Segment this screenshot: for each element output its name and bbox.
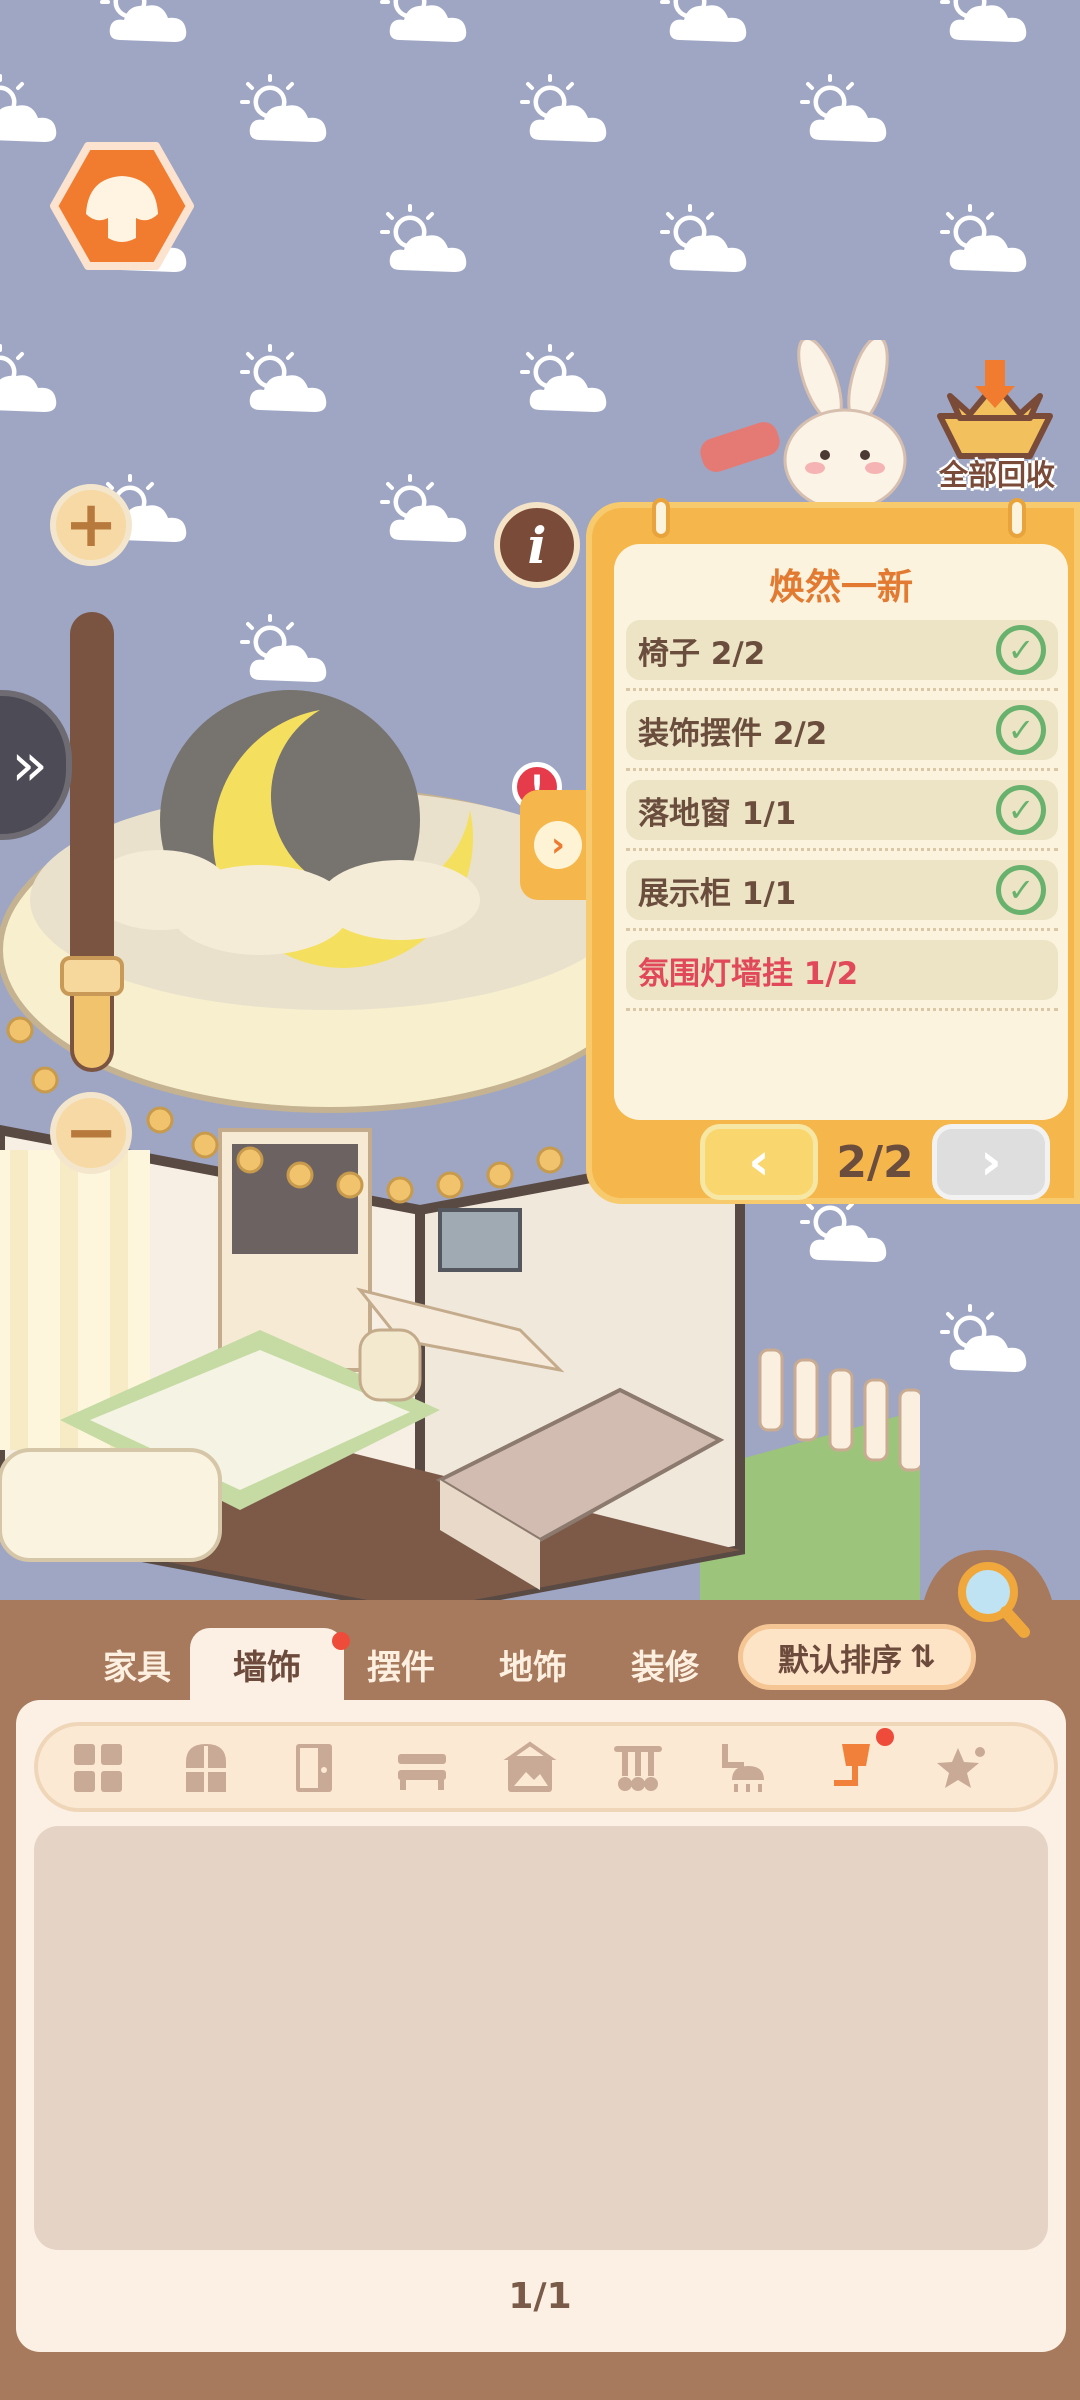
prev-page-button[interactable]: ‹ xyxy=(700,1124,818,1200)
tab-badge-dot xyxy=(332,1632,350,1650)
check-circle-icon: ✓ xyxy=(996,705,1046,755)
divider xyxy=(626,928,1058,931)
divider xyxy=(626,1008,1058,1011)
check-circle-icon: ✓ xyxy=(996,865,1046,915)
zoom-slider-track[interactable] xyxy=(70,612,114,1072)
hanger-icon[interactable] xyxy=(610,1740,666,1796)
task-page-indicator: 2/2 xyxy=(836,1136,914,1188)
sort-button[interactable]: 默认排序 ⇅ xyxy=(738,1624,976,1690)
tab-ornaments[interactable]: 摆件 xyxy=(350,1632,452,1696)
shelf-icon[interactable] xyxy=(394,1740,450,1796)
door-icon[interactable] xyxy=(286,1740,342,1796)
zoom-out-button[interactable]: − xyxy=(50,1092,132,1174)
check-circle-icon: ✓ xyxy=(996,625,1046,675)
recycle-all-label: 全部回收 xyxy=(938,458,1055,492)
check-circle-icon: ✓ xyxy=(996,785,1046,835)
task-label: 展示柜 1/1 xyxy=(638,875,797,912)
chevron-right-icon: › xyxy=(534,821,582,869)
zoom-in-button[interactable]: + xyxy=(50,484,132,566)
task-panel: 焕然一新 椅子 2/2 ✓ 装饰摆件 2/2 ✓ 落地窗 1/1 ✓ 展示柜 1… xyxy=(586,498,1080,1204)
painting-icon[interactable] xyxy=(502,1740,558,1796)
collapse-task-panel-button[interactable]: › xyxy=(520,790,596,900)
all-grid-icon[interactable] xyxy=(70,1740,126,1796)
task-list-card: 焕然一新 椅子 2/2 ✓ 装饰摆件 2/2 ✓ 落地窗 1/1 ✓ 展示柜 1… xyxy=(614,544,1068,1120)
tab-wall-decor[interactable]: 墙饰 xyxy=(190,1628,344,1700)
bunny-mascot xyxy=(700,340,907,510)
double-chevron-right-icon: » xyxy=(11,730,48,800)
ceiling-lamp-icon[interactable] xyxy=(718,1740,774,1796)
task-item: 装饰摆件 2/2 ✓ xyxy=(626,700,1058,760)
divider xyxy=(626,848,1058,851)
category-badge-dot xyxy=(876,1728,894,1746)
task-label: 装饰摆件 2/2 xyxy=(638,715,828,752)
info-button[interactable]: i xyxy=(494,502,580,588)
sort-icon: ⇅ xyxy=(910,1639,936,1675)
tab-renovation[interactable]: 装修 xyxy=(614,1632,716,1696)
next-page-button[interactable]: › xyxy=(932,1124,1050,1200)
info-icon: i xyxy=(527,515,547,575)
chevron-left-icon: ‹ xyxy=(748,1132,770,1192)
tab-furniture[interactable]: 家具 xyxy=(86,1632,188,1696)
divider xyxy=(626,768,1058,771)
tab-floor-decor[interactable]: 地饰 xyxy=(482,1632,584,1696)
wall-lamp-icon[interactable] xyxy=(826,1740,882,1796)
divider xyxy=(626,688,1058,691)
task-item: 椅子 2/2 ✓ xyxy=(626,620,1058,680)
task-item: 展示柜 1/1 ✓ xyxy=(626,860,1058,920)
mushroom-home-icon xyxy=(50,142,194,270)
window-icon[interactable] xyxy=(178,1740,234,1796)
zoom-slider-thumb[interactable] xyxy=(60,956,124,996)
panel-ring xyxy=(1008,498,1026,538)
task-title: 焕然一新 xyxy=(768,567,913,608)
task-label: 落地窗 1/1 xyxy=(638,795,797,832)
task-label: 氛围灯墙挂 1/2 xyxy=(638,955,859,992)
task-item: 落地窗 1/1 ✓ xyxy=(626,780,1058,840)
page-indicator: 1/1 xyxy=(508,2276,572,2317)
home-button[interactable] xyxy=(48,140,196,276)
task-label: 椅子 2/2 xyxy=(638,635,766,672)
task-item-incomplete: 氛围灯墙挂 1/2 xyxy=(626,940,1058,1000)
task-pager: ‹ 2/2 › xyxy=(700,1124,1076,1204)
item-grid xyxy=(34,1826,1048,2250)
chevron-right-icon: › xyxy=(980,1132,1002,1192)
star-decor-icon[interactable] xyxy=(934,1740,990,1796)
sort-label: 默认排序 xyxy=(778,1642,902,1679)
panel-ring xyxy=(652,498,670,538)
